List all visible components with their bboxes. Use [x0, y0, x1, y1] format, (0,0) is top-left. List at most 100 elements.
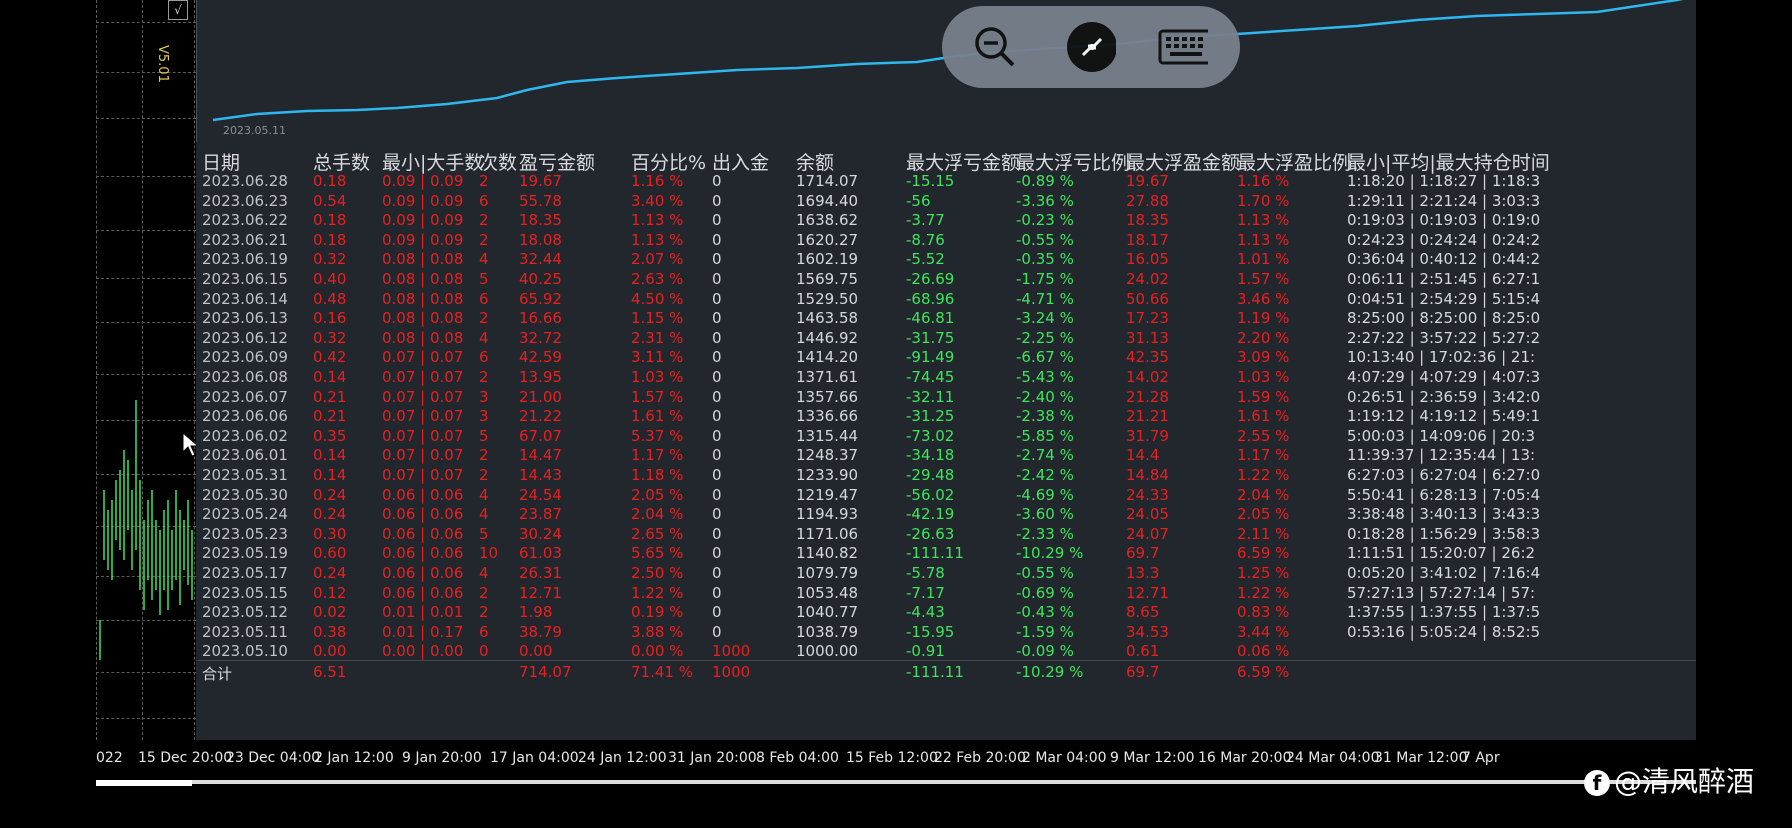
watermark: f @清风醉酒	[1584, 760, 1754, 800]
cell-min-max-lots: 0.06 | 0.06	[382, 485, 464, 504]
cell-balance: 1194.93	[796, 505, 859, 524]
cell-max-float-profit-pct: 1.01 %	[1237, 250, 1290, 269]
cell-max-float-loss-pct: -0.69 %	[1016, 583, 1074, 602]
cell-balance: 1248.37	[796, 446, 859, 465]
cell-hold-time: 5:00:03 | 14:09:06 | 20:3	[1347, 426, 1536, 445]
cell-date: 2023.05.30	[202, 485, 288, 504]
cell-total-lots: 0.24	[313, 505, 347, 524]
cell-trade-count: 4	[479, 250, 489, 269]
cell-total-lots: 0.16	[313, 309, 347, 328]
cell-hold-time: 0:53:16 | 5:05:24 | 8:52:5	[1347, 622, 1541, 641]
cell-hold-time: 2:27:22 | 3:57:22 | 5:27:2	[1347, 328, 1541, 347]
cell-max-float-profit-pct: 1.22 %	[1237, 583, 1290, 602]
time-axis-tick: 23 Dec 04:00	[226, 750, 321, 766]
cell-percent: 4.50 %	[631, 289, 684, 308]
cell-deposit: 0	[712, 270, 722, 288]
cell-max-float-profit: 34.53	[1126, 622, 1169, 641]
cell-total-lots: 0.18	[313, 211, 347, 230]
cell-balance: 1414.20	[796, 348, 859, 367]
remote-connect-icon	[1067, 22, 1116, 72]
cell-percent: 1.03 %	[631, 368, 684, 386]
cell-profit-amount: 14.43	[519, 466, 562, 484]
cell-min-max-lots: 0.08 | 0.08	[382, 309, 464, 328]
cell-max-float-loss: -46.81	[906, 309, 955, 328]
cell-date: 2023.05.12	[202, 603, 288, 622]
cell-hold-time: 3:38:48 | 3:40:13 | 3:43:3	[1347, 505, 1541, 524]
cell-profit-amount: 55.78	[519, 191, 562, 210]
cell-hold-time: 8:25:00 | 8:25:00 | 8:25:0	[1347, 309, 1541, 328]
cell-min-max-lots: 0.07 | 0.07	[382, 446, 464, 465]
cell-trade-count: 2	[479, 446, 489, 465]
time-axis-tick: 31 Jan 20:00	[668, 750, 757, 766]
cell-deposit: 0	[712, 544, 722, 563]
time-axis-tick: 16 Mar 20:00	[1198, 750, 1292, 766]
cell-max-float-profit-pct: 2.11 %	[1237, 524, 1290, 543]
cell-profit-amount: 23.87	[519, 505, 562, 524]
cell-date: 2023.06.15	[202, 270, 288, 288]
cell-min-max-lots: 0.01 | 0.17	[382, 622, 464, 641]
horizontal-scrollbar[interactable]	[96, 780, 1696, 784]
cell-max-float-profit: 17.23	[1126, 309, 1169, 328]
keyboard-button[interactable]	[1158, 22, 1208, 72]
cell-percent: 2.05 %	[631, 485, 684, 504]
cell-date: 2023.06.14	[202, 289, 288, 308]
candlestick-bars	[99, 400, 193, 660]
grid-line	[96, 278, 196, 279]
cell-profit-amount: 21.22	[519, 407, 562, 426]
watermark-text: @清风醉酒	[1614, 765, 1755, 798]
cell-date: 2023.06.09	[202, 348, 288, 367]
cell-balance: 1620.27	[796, 230, 859, 249]
cell-hold-time: 0:19:03 | 0:19:03 | 0:19:0	[1347, 211, 1541, 230]
cell-max-float-profit: 14.02	[1126, 368, 1169, 386]
remote-connect-button[interactable]	[1066, 22, 1116, 72]
zoom-out-button[interactable]	[970, 22, 1020, 72]
cell-min-max-lots: 0.07 | 0.07	[382, 387, 464, 406]
check-mark-box[interactable]: √	[168, 0, 188, 20]
price-chart-strip: √ V5.01	[96, 0, 196, 740]
cell-trade-count: 0	[479, 642, 489, 661]
cell-trade-count: 2	[479, 583, 489, 602]
cell-deposit: 0	[712, 466, 722, 484]
cell-date: 2023.06.01	[202, 446, 288, 465]
watermark-logo-icon: f	[1584, 770, 1610, 796]
cell-total-lots: 0.21	[313, 387, 347, 406]
cell-max-float-loss-pct: -0.55 %	[1016, 230, 1074, 249]
time-axis-tick: 15 Dec 20:00	[138, 750, 233, 766]
grid-line	[96, 72, 196, 73]
cell-max-float-profit-pct: 1.16 %	[1237, 172, 1290, 190]
cell-balance: 1529.50	[796, 289, 859, 308]
cell-percent: 2.31 %	[631, 328, 684, 347]
cell-max-float-loss-pct: -10.29 %	[1016, 544, 1084, 563]
cell-min-max-lots: 0.07 | 0.07	[382, 466, 464, 484]
cell-max-float-profit: 8.65	[1126, 603, 1160, 622]
cell-max-float-profit: 21.28	[1126, 387, 1169, 406]
cell-max-float-loss: -32.11	[906, 387, 955, 406]
cell-hold-time: 1:37:55 | 1:37:55 | 1:37:5	[1347, 603, 1541, 622]
chart-start-date: 2023.05.11	[223, 124, 286, 137]
cell-profit-amount: 18.35	[519, 211, 562, 230]
cell-max-float-profit-pct: 1.57 %	[1237, 270, 1290, 288]
cell-profit-amount: 16.66	[519, 309, 562, 328]
cell-deposit: 0	[712, 524, 722, 543]
cell-max-float-loss: -7.17	[906, 583, 945, 602]
cell-max-float-profit-pct: 1.25 %	[1237, 564, 1290, 582]
cell-date: 2023.06.12	[202, 328, 288, 347]
cell-deposit: 0	[712, 485, 722, 504]
cell-max-float-loss-pct: -3.60 %	[1016, 505, 1074, 524]
cell-max-float-loss-pct: -3.24 %	[1016, 309, 1074, 328]
cell-max-float-loss: -111.11	[906, 663, 964, 681]
cell-hold-time: 1:19:12 | 4:19:12 | 5:49:1	[1347, 407, 1541, 426]
cell-max-float-loss: -4.43	[906, 603, 945, 622]
scrollbar-thumb[interactable]	[96, 780, 192, 786]
cell-max-float-loss-pct: -1.59 %	[1016, 622, 1074, 641]
cell-min-max-lots: 0.07 | 0.07	[382, 368, 464, 386]
time-axis-tick: 15 Feb 12:00	[846, 750, 938, 766]
cell-total-lots: 0.00	[313, 642, 347, 661]
cell-max-float-loss: -31.25	[906, 407, 955, 426]
cell-percent: 1.22 %	[631, 583, 684, 602]
cell-max-float-loss-pct: -1.75 %	[1016, 270, 1074, 288]
cell-max-float-loss: -0.91	[906, 642, 945, 661]
cell-max-float-profit-pct: 2.20 %	[1237, 328, 1290, 347]
cell-balance: 1040.77	[796, 603, 859, 622]
table-total-row[interactable]: 合计 6.51 714.07 71.41 % 1000 -111.11 -10.29 % 69…	[196, 660, 1696, 683]
